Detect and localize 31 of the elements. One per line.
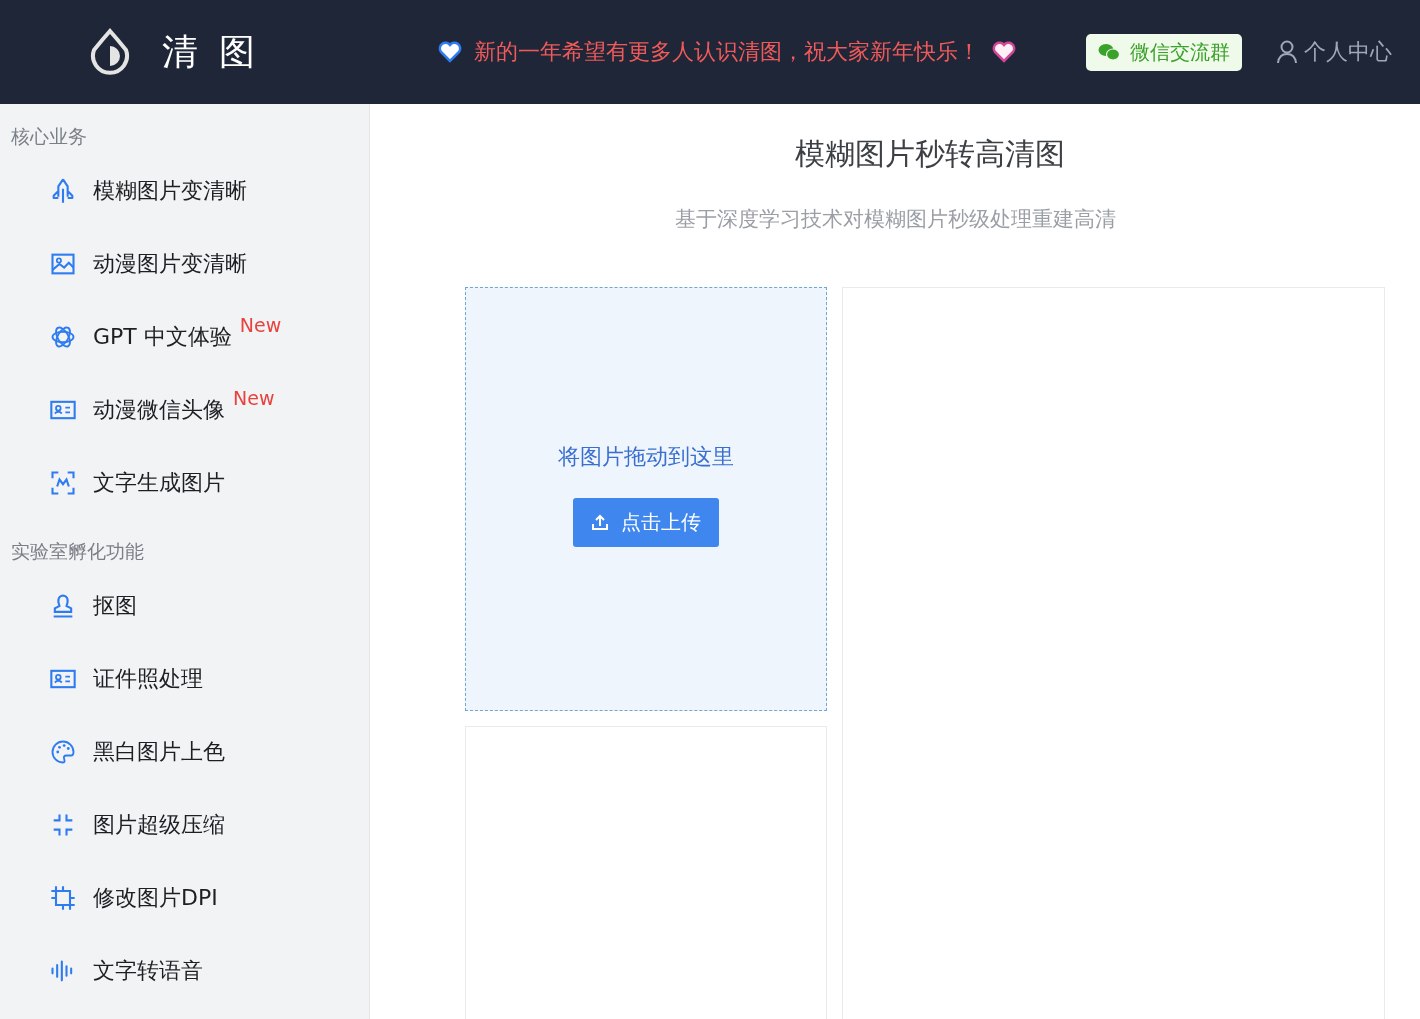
page-subtitle: 基于深度学习技术对模糊图片秒级处理重建高清: [674, 206, 1116, 233]
drop-logo-icon: [88, 28, 132, 76]
logo-text: 清 图: [162, 30, 261, 74]
crop-icon: [49, 883, 77, 912]
heart-icon: [438, 41, 462, 63]
new-label: New: [239, 314, 282, 336]
account-link[interactable]: 个人中心: [1276, 37, 1392, 67]
chat-bubbles-icon: [1098, 43, 1120, 61]
scan-icon: [49, 468, 77, 497]
sidebar-item[interactable]: 动漫图片变清晰: [93, 248, 247, 279]
section-title: 实验室孵化功能: [10, 539, 145, 564]
sidebar-item[interactable]: 抠图: [93, 590, 137, 621]
upload-drop-zone[interactable]: 将图片拖动到这里 点击上传: [465, 287, 827, 711]
sidebar-item[interactable]: 黑白图片上色: [93, 736, 225, 767]
heart-icon: [992, 41, 1016, 63]
sidebar-item[interactable]: 模糊图片变清晰: [93, 175, 247, 206]
page-title: 模糊图片秒转高清图: [795, 135, 1065, 173]
sidebar-item[interactable]: 修改图片DPI: [93, 882, 218, 913]
upload-icon: [591, 513, 609, 531]
upload-button[interactable]: 点击上传: [573, 497, 719, 547]
sidebar-item[interactable]: GPT 中文体验: [93, 321, 232, 352]
user-icon: [1276, 40, 1298, 64]
sidebar-item[interactable]: 证件照处理: [93, 663, 203, 694]
sidebar-item[interactable]: 动漫微信头像: [93, 394, 225, 425]
sidebar-item[interactable]: 文字生成图片: [93, 467, 225, 498]
sidebar-item[interactable]: 图片超级压缩: [93, 809, 225, 840]
sidebar-item[interactable]: 文字转语音: [93, 955, 203, 986]
drop-hint: 将图片拖动到这里: [558, 442, 734, 471]
announcement-text: 新的一年希望有更多人认识清图，祝大家新年快乐！: [474, 38, 980, 66]
section-title: 核心业务: [10, 124, 88, 149]
new-label: New: [233, 387, 275, 409]
